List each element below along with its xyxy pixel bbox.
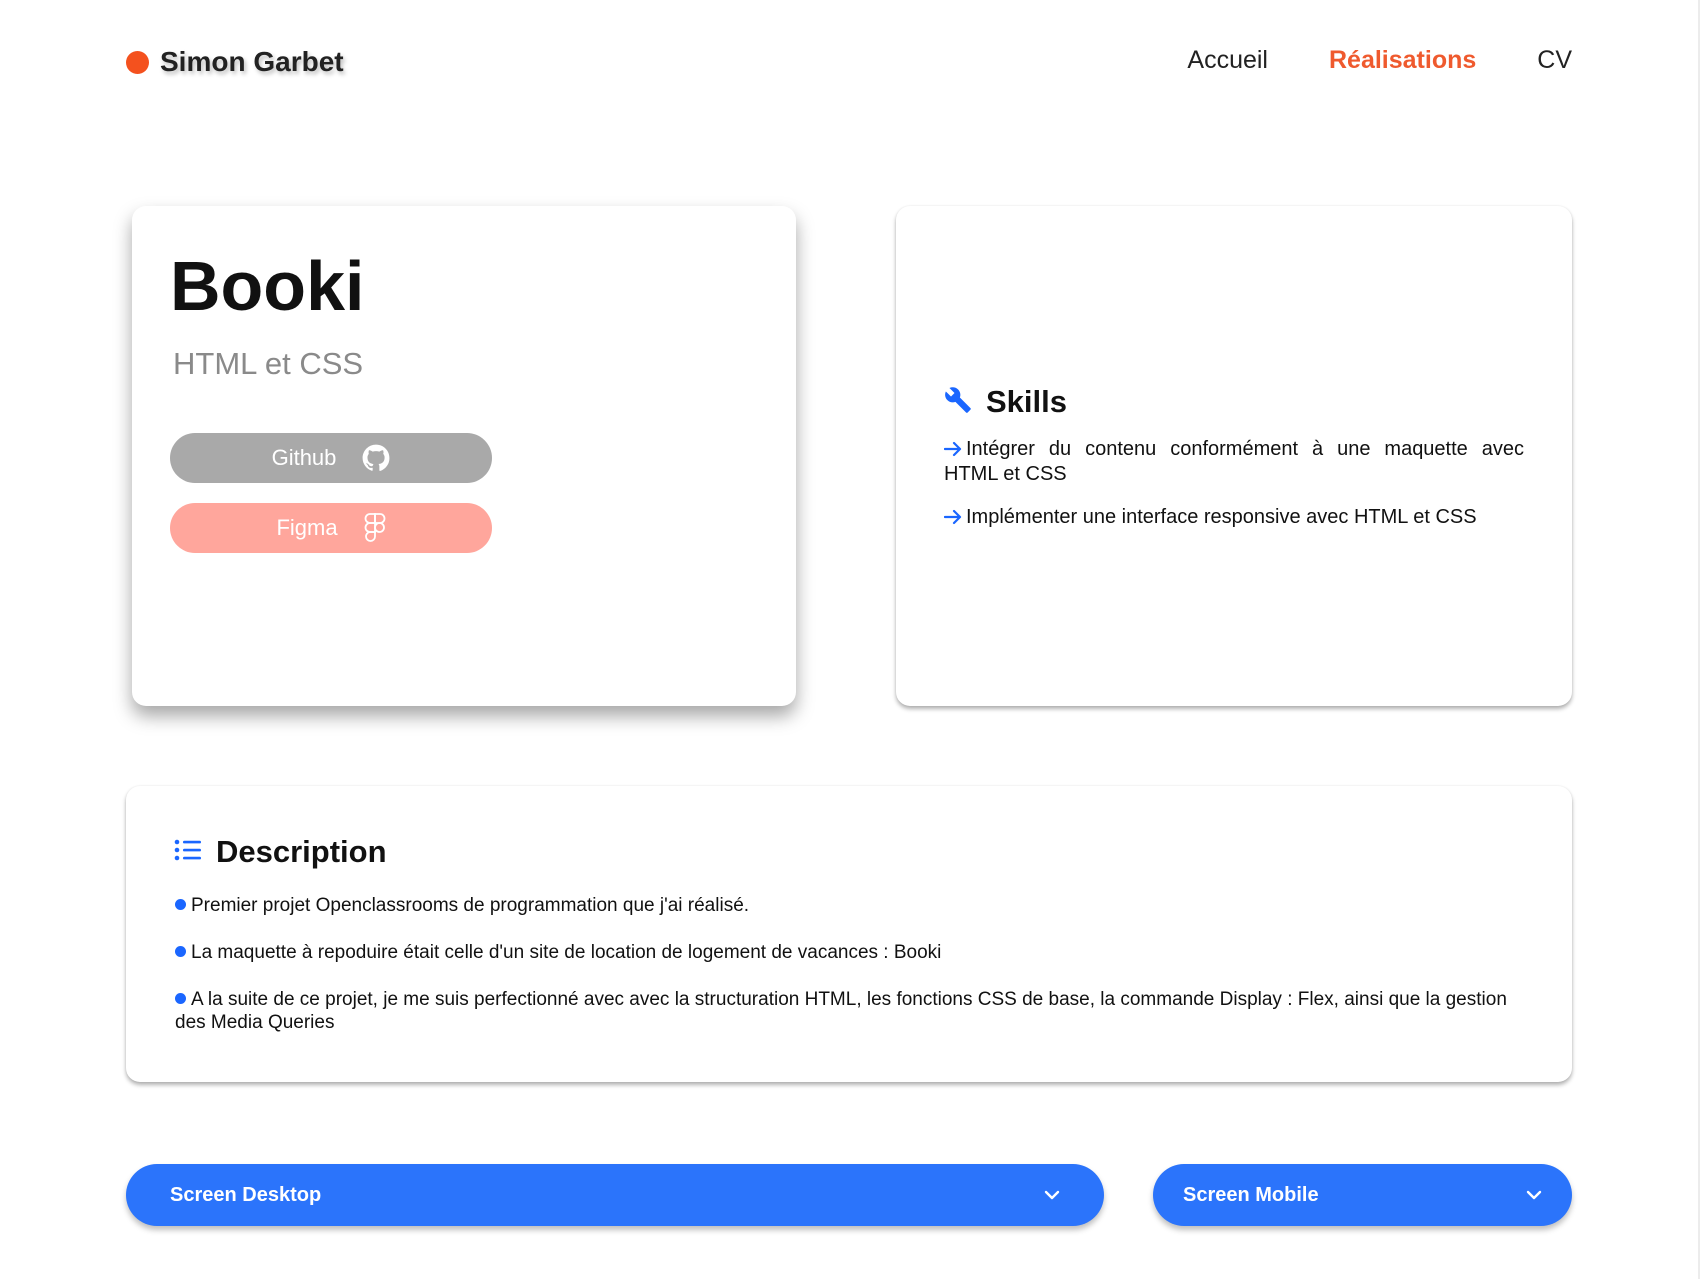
figma-button[interactable]: Figma [170,503,492,553]
skills-list: Intégrer du contenu conformément à une m… [943,438,1524,551]
nav-item-realisations[interactable]: Réalisations [1329,46,1476,75]
description-item-text: La maquette à repoduire était celle d'un… [191,942,942,963]
description-item: A la suite de ce projet, je me suis perf… [175,988,1525,1034]
arrow-right-icon [943,508,962,531]
nav-item-cv[interactable]: CV [1537,46,1572,75]
bullet-icon [175,993,186,1004]
brand-dot-icon [126,50,149,74]
github-button-label: Github [271,445,337,470]
chevron-down-icon [1044,1190,1060,1200]
description-item: La maquette à repoduire était celle d'un… [175,941,1525,964]
description-item-text: Premier projet Openclassrooms de program… [191,895,750,916]
screen-mobile-label: Screen Mobile [1183,1183,1319,1206]
skills-item: Implémenter une interface responsive ave… [943,506,1524,531]
skills-item-text: Implémenter une interface responsive ave… [966,506,1477,528]
bullet-icon [175,946,186,957]
screen-desktop-label: Screen Desktop [170,1183,322,1206]
description-item: Premier projet Openclassrooms de program… [175,894,1525,917]
description-card: Description Premier projet Openclassroom… [126,786,1572,1082]
nav-item-accueil[interactable]: Accueil [1187,46,1268,75]
screen-desktop-accordion[interactable]: Screen Desktop [126,1164,1104,1226]
github-icon [362,444,390,472]
project-title: Booki [170,247,365,325]
project-card: Booki HTML et CSS Github Figma [132,206,796,706]
screen-mobile-accordion[interactable]: Screen Mobile [1153,1164,1572,1226]
brand-name: Simon Garbet [160,46,344,77]
description-title: Description [216,834,387,869]
site-header: Simon Garbet Accueil Réalisations CV [0,0,1700,130]
skills-title: Skills [986,384,1067,419]
github-button[interactable]: Github [170,433,492,483]
chevron-down-icon [1526,1190,1542,1200]
main-nav: Accueil Réalisations CV [1126,46,1572,75]
description-heading: Description [174,834,387,870]
figma-button-label: Figma [276,515,338,540]
brand[interactable]: Simon Garbet [126,46,344,78]
wrench-icon [944,386,972,419]
description-list: Premier projet Openclassrooms de program… [175,894,1525,1058]
list-icon [174,838,202,867]
bullet-icon [175,899,186,910]
skills-heading: Skills [944,384,1067,420]
description-item-text: A la suite de ce projet, je me suis perf… [175,989,1507,1033]
skills-card: Skills Intégrer du contenu conformément … [896,206,1572,706]
skills-item-text: Intégrer du contenu conformément à une m… [944,438,1524,485]
project-subtitle: HTML et CSS [173,346,364,381]
figma-icon [364,513,386,543]
arrow-right-icon [943,440,962,463]
skills-item: Intégrer du contenu conformément à une m… [943,438,1524,486]
